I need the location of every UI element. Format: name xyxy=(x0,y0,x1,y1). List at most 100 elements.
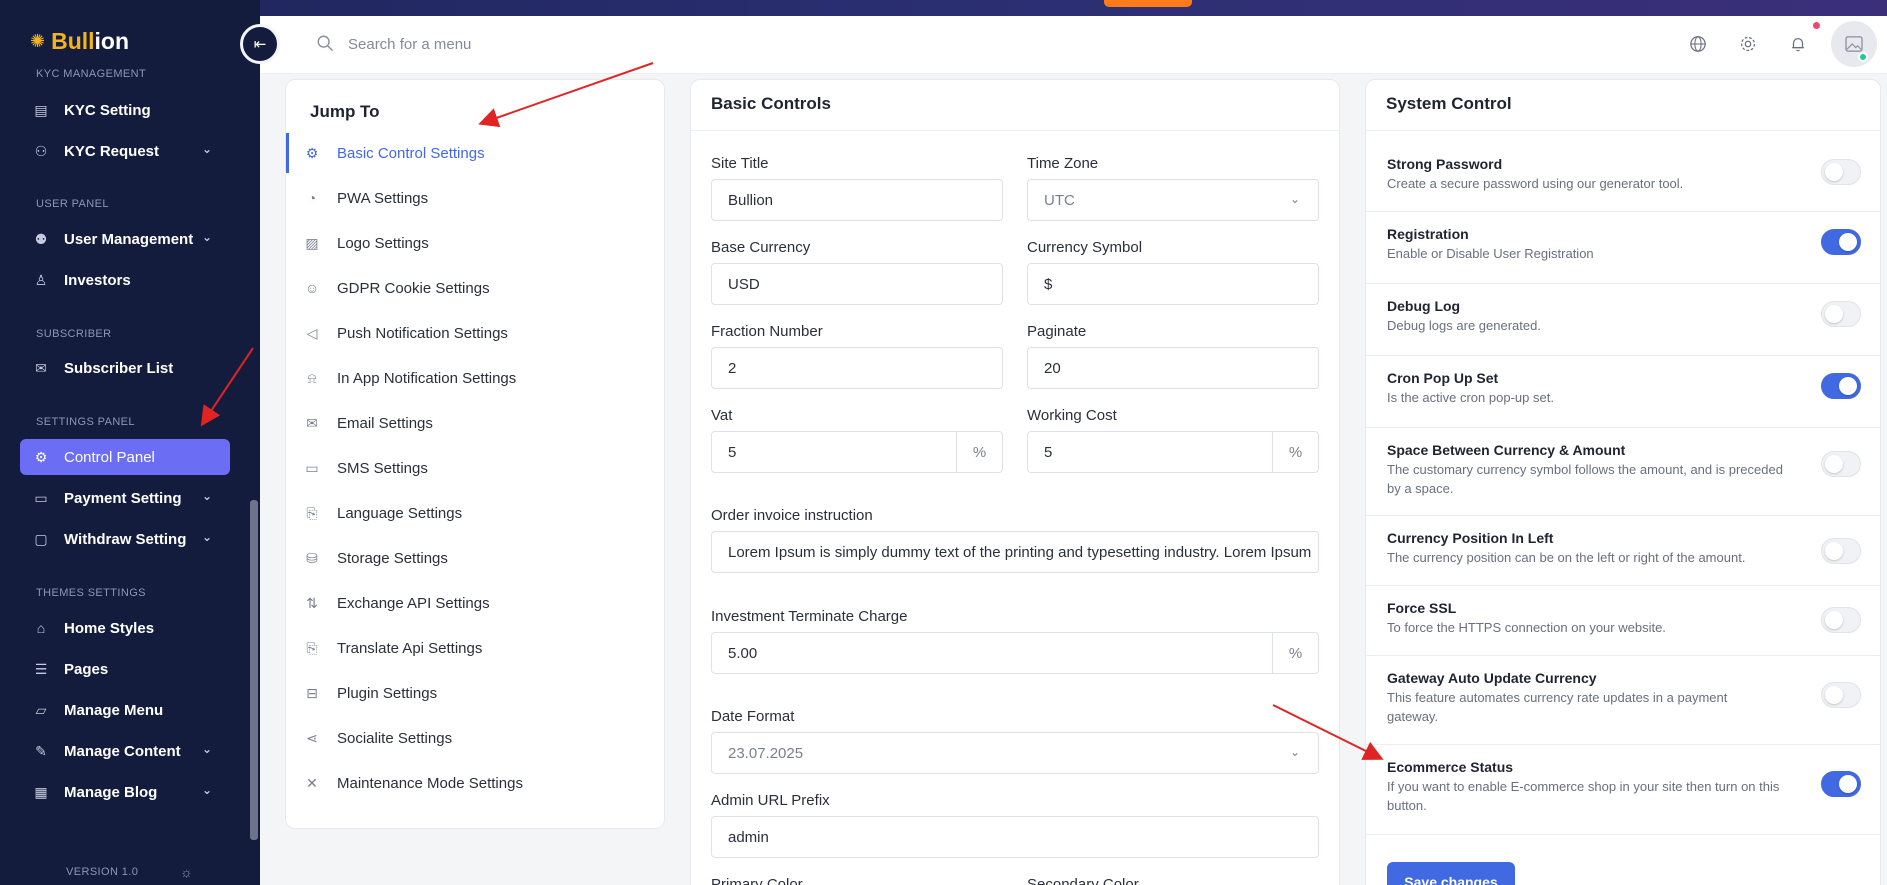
sidebar-item-investors[interactable]: ♙ Investors xyxy=(20,262,230,298)
logo-text-part2: ion xyxy=(94,28,130,54)
jump-item-language[interactable]: ⎘ Language Settings xyxy=(286,493,664,533)
cookie-icon: ☺ xyxy=(304,280,320,296)
ecommerce-status-toggle[interactable] xyxy=(1821,771,1861,797)
sidebar-item-manage-blog[interactable]: ▦ Manage Blog ⌄ xyxy=(20,774,230,810)
jump-item-socialite[interactable]: ⋖ Socialite Settings xyxy=(286,718,664,758)
jump-item-in-app-notification[interactable]: ⍾ In App Notification Settings xyxy=(286,358,664,398)
working-cost-input[interactable]: 5% xyxy=(1027,431,1319,473)
gear-icon[interactable] xyxy=(1736,32,1760,56)
sidebar-item-pages[interactable]: ☰ Pages xyxy=(20,651,230,687)
sys-row-space-currency: Space Between Currency & Amount The cust… xyxy=(1366,428,1880,516)
paginate-input[interactable]: 20 xyxy=(1027,347,1319,389)
image-icon: ▨ xyxy=(305,234,319,251)
jump-to-title: Jump To xyxy=(310,102,380,121)
sys-row-desc: Enable or Disable User Registration xyxy=(1387,246,1594,261)
system-control-title: System Control xyxy=(1386,94,1512,113)
jump-item-gdpr-cookie[interactable]: ☺ GDPR Cookie Settings xyxy=(286,268,664,308)
sys-row-force-ssl: Force SSL To force the HTTPS connection … xyxy=(1366,586,1880,656)
jump-item-label: Language Settings xyxy=(337,504,463,522)
chat-icon: ▭ xyxy=(305,459,319,476)
jump-item-push-notification[interactable]: ◁ Push Notification Settings xyxy=(286,313,664,353)
pwa-icon: ◔ xyxy=(307,190,317,206)
divider xyxy=(691,130,1339,131)
save-changes-button[interactable]: Save changes xyxy=(1387,862,1515,885)
sidebar-item-manage-menu[interactable]: ▱ Manage Menu xyxy=(20,692,230,728)
cron-popup-toggle[interactable] xyxy=(1821,373,1861,399)
base-currency-input[interactable]: USD xyxy=(711,263,1003,305)
mail-icon: ✉ xyxy=(35,359,47,376)
registration-toggle[interactable] xyxy=(1821,229,1861,255)
sidebar-item-label: Investors xyxy=(64,271,131,289)
sidebar-item-home-styles[interactable]: ⌂ Home Styles xyxy=(20,610,230,646)
order-invoice-label: Order invoice instruction xyxy=(711,507,873,524)
sys-row-debug-log: Debug Log Debug logs are generated. xyxy=(1366,284,1880,356)
section-themes-settings: THEMES SETTINGS xyxy=(36,587,146,599)
sidebar-item-control-panel[interactable]: ⚙ Control Panel xyxy=(20,439,230,475)
force-ssl-toggle[interactable] xyxy=(1821,607,1861,633)
sys-row-strong-password: Strong Password Create a secure password… xyxy=(1366,150,1880,212)
sidebar-item-payment-setting[interactable]: ▭ Payment Setting ⌄ xyxy=(20,480,230,516)
toggle-knob xyxy=(1825,163,1843,181)
jump-item-label: Plugin Settings xyxy=(337,684,438,702)
date-format-select[interactable]: 23.07.2025 ⌄ xyxy=(711,732,1319,774)
database-icon: ⛁ xyxy=(306,549,318,566)
time-zone-select[interactable]: UTC ⌄ xyxy=(1027,179,1319,221)
sidebar-item-withdraw-setting[interactable]: ▢ Withdraw Setting ⌄ xyxy=(20,521,230,557)
bell-icon[interactable] xyxy=(1786,32,1810,56)
search-icon xyxy=(317,35,333,51)
jump-item-storage[interactable]: ⛁ Storage Settings xyxy=(286,538,664,578)
theme-toggle-sun-icon[interactable]: ☼ xyxy=(180,864,193,880)
sidebar-item-user-management[interactable]: ⚉ User Management ⌄ xyxy=(20,221,230,257)
order-invoice-input[interactable]: Lorem Ipsum is simply dummy text of the … xyxy=(711,531,1319,573)
search-input[interactable] xyxy=(348,28,728,60)
jump-item-basic-control[interactable]: ⚙ Basic Control Settings xyxy=(286,133,664,173)
sidebar-item-label: Subscriber List xyxy=(64,359,174,377)
jump-item-label: Socialite Settings xyxy=(337,729,453,747)
kyc-request-icon: ⚇ xyxy=(34,142,48,159)
gateway-auto-update-toggle[interactable] xyxy=(1821,682,1861,708)
toggle-knob xyxy=(1825,686,1843,704)
jump-item-exchange-api[interactable]: ⇅ Exchange API Settings xyxy=(286,583,664,623)
sidebar-item-subscriber-list[interactable]: ✉ Subscriber List xyxy=(20,350,230,386)
wallet-icon: ▢ xyxy=(34,530,48,547)
fraction-number-input[interactable]: 2 xyxy=(711,347,1003,389)
sys-row-desc: The customary currency symbol follows th… xyxy=(1387,462,1783,496)
admin-url-input[interactable]: admin xyxy=(711,816,1319,858)
top-banner-button[interactable] xyxy=(1104,0,1192,7)
vat-input[interactable]: 5% xyxy=(711,431,1003,473)
sidebar-scrollbar[interactable] xyxy=(250,500,258,840)
chevron-down-icon: ⌄ xyxy=(1289,745,1300,759)
currency-left-toggle[interactable] xyxy=(1821,538,1861,564)
sys-row-desc: This feature automates currency rate upd… xyxy=(1387,690,1728,724)
jump-item-translate-api[interactable]: ⎘ Translate Api Settings xyxy=(286,628,664,668)
sidebar-item-kyc-request[interactable]: ⚇ KYC Request ⌄ xyxy=(20,133,230,169)
avatar[interactable] xyxy=(1831,21,1877,67)
sidebar-item-label: Manage Blog xyxy=(64,783,158,801)
vat-value: 5 xyxy=(728,443,737,461)
globe-icon[interactable] xyxy=(1686,32,1710,56)
jump-item-sms[interactable]: ▭ SMS Settings xyxy=(286,448,664,488)
jump-item-logo[interactable]: ▨ Logo Settings xyxy=(286,223,664,263)
sys-row-title: Registration xyxy=(1387,226,1469,242)
app-logo[interactable]: ✺ Bull ion xyxy=(30,28,129,55)
sys-row-title: Debug Log xyxy=(1387,298,1461,314)
jump-item-pwa[interactable]: ◔ PWA Settings xyxy=(286,178,664,218)
strong-password-toggle[interactable] xyxy=(1821,159,1861,185)
jump-item-maintenance-mode[interactable]: ✕ Maintenance Mode Settings xyxy=(286,763,664,803)
sidebar-item-kyc-setting[interactable]: ▤ KYC Setting xyxy=(20,92,230,128)
currency-symbol-input[interactable]: $ xyxy=(1027,263,1319,305)
space-currency-toggle[interactable] xyxy=(1821,451,1861,477)
sidebar-item-label: Payment Setting xyxy=(64,489,182,507)
jump-item-label: In App Notification Settings xyxy=(337,369,517,387)
chevron-down-icon: ⌄ xyxy=(201,530,212,544)
site-title-input[interactable]: Bullion xyxy=(711,179,1003,221)
jump-item-email[interactable]: ✉ Email Settings xyxy=(286,403,664,443)
jump-item-plugin[interactable]: ⊟ Plugin Settings xyxy=(286,673,664,713)
sidebar-collapse-button[interactable]: ⇤ xyxy=(240,24,280,64)
debug-log-toggle[interactable] xyxy=(1821,301,1861,327)
sys-row-desc: The currency position can be on the left… xyxy=(1387,550,1746,565)
sys-row-ecommerce-status: Ecommerce Status If you want to enable E… xyxy=(1366,745,1880,835)
investment-terminate-input[interactable]: 5.00% xyxy=(711,632,1319,674)
sys-row-title: Currency Position In Left xyxy=(1387,530,1554,546)
sidebar-item-manage-content[interactable]: ✎ Manage Content ⌄ xyxy=(20,733,230,769)
